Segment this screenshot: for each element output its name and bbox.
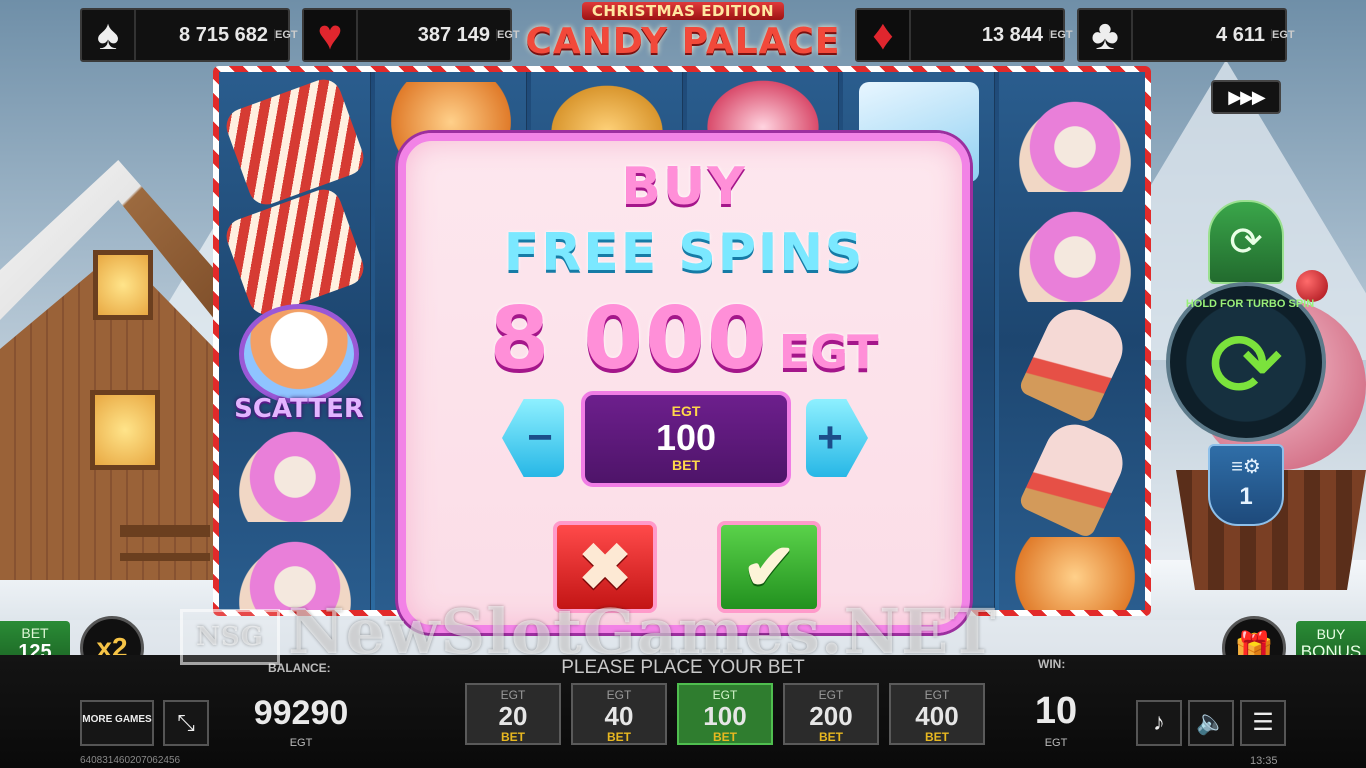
bet-chip-100[interactable]: EGT 100 BET [677,683,773,745]
chip-value: 200 [809,701,853,731]
watermark: NSG NewSlotGames.NET [180,595,1180,668]
more-games-button[interactable]: MORE GAMES [80,700,154,746]
chip-currency: EGT [818,688,844,702]
jackpot-spade: ♠ 8 715 682 EGT [80,8,298,62]
reel-column [999,72,1145,610]
close-icon: ✖ [578,531,632,603]
jelly-symbol [1015,202,1135,302]
chip-label: BET [819,730,843,744]
chip-currency: EGT [712,688,738,702]
increase-bet-button[interactable]: + [806,399,868,477]
buy-bonus-label: BUY [1316,626,1346,642]
dialog-title-free-spins: FREE SPINS [503,223,865,283]
minus-icon: − [527,413,553,462]
lines-settings-button[interactable]: ≡⚙ 1 [1208,444,1284,526]
turbo-button[interactable]: ▶▶▶ [1211,80,1281,114]
jackpot-amount: 387 149 [417,23,490,46]
win-value: 10 [1034,690,1078,732]
clock: 13:35 [1250,755,1278,767]
balance-currency: EGT [289,737,313,749]
popsicle-symbol [1017,414,1133,540]
music-icon[interactable]: ♪ [1136,700,1182,746]
scatter-cake-icon [239,304,359,404]
popsicle-symbol [1017,299,1133,425]
chip-value: 400 [915,701,959,731]
jelly-symbol [235,422,355,522]
chip-label: BET [713,730,737,744]
chip-label: BET [925,730,949,744]
fullscreen-icon[interactable]: ⤡ [163,700,209,746]
bet-chip-200[interactable]: EGT 200 BET [783,683,879,745]
watermark-badge: NSG [180,609,280,665]
reel-column: SCATTER [219,72,371,610]
checkmark-icon: ✔ [742,531,796,603]
scatter-label: SCATTER [234,394,364,424]
jackpot-currency: EGT [274,29,298,41]
win-currency: EGT [1044,737,1068,749]
jackpot-currency: EGT [496,29,520,41]
chip-currency: EGT [924,688,950,702]
bet-chip-20[interactable]: EGT 20 BET [465,683,561,745]
dialog-bet-display: EGT 100 BET [581,391,791,487]
dialog-bet-value: 100 [655,417,717,458]
jackpot-club: ♣ 4 611 EGT [1077,8,1295,62]
sound-icon[interactable]: 🔈 [1188,700,1234,746]
chip-value: 20 [498,701,528,731]
jelly-symbol [1015,92,1135,192]
bet-chip-40[interactable]: EGT 40 BET [571,683,667,745]
jackpot-diamond: ♦ 13 844 EGT [855,8,1073,62]
jackpot-currency: EGT [1049,29,1073,41]
chip-currency: EGT [500,688,526,702]
jackpot-amount: 4 611 [1216,23,1265,46]
balance-value: 99290 [253,694,349,732]
lines-value: 1 [1239,483,1253,510]
scatter-symbol: SCATTER [229,294,369,434]
chip-value: 40 [604,701,634,731]
wooden-bench [120,525,210,575]
session-id: 640831460207062456 [80,755,181,766]
spade-icon: ♠ [82,10,136,60]
spin-button[interactable]: HOLD FOR TURBO SPIN ⟳ [1166,282,1326,442]
club-icon: ♣ [1079,10,1133,60]
jackpot-amount: 13 844 [981,23,1043,46]
menu-icon[interactable]: ☰ [1240,700,1286,746]
heart-icon: ♥ [304,10,358,60]
bet-tab-label: BET [21,625,49,641]
chip-label: BET [501,730,525,744]
chip-value: 100 [703,701,747,731]
spin-arrows-icon: ⟳ [1208,316,1284,416]
dialog-price: 8 000 EGT [406,289,962,389]
wafer-symbol [221,74,369,210]
watermark-text: NewSlotGames.NET [288,595,997,668]
logo-title: CANDY PALACE [525,21,841,62]
game-logo: CHRISTMAS EDITION CANDY PALACE [515,0,851,68]
dialog-title-buy: BUY [621,157,747,217]
decrease-bet-button[interactable]: − [502,399,564,477]
gingerbread-house [0,160,215,580]
turbo-spin-hint: HOLD FOR TURBO SPIN [1185,298,1315,310]
house-window [93,250,153,320]
chip-currency: EGT [606,688,632,702]
jackpot-heart: ♥ 387 149 EGT [302,8,520,62]
diamond-icon: ♦ [857,10,911,60]
house-window [90,390,160,470]
jackpot-amount: 8 715 682 [179,23,268,46]
buy-free-spins-dialog: BUY FREE SPINS 8 000 EGT − EGT 100 BET + … [398,133,970,633]
plus-icon: + [817,413,843,462]
autoplay-button[interactable]: ⟳ [1208,200,1284,284]
price-value: 8 000 [489,289,769,389]
chip-label: BET [607,730,631,744]
price-currency: EGT [778,325,879,379]
settings-icon: ≡⚙ [1231,456,1261,478]
autoplay-icon: ⟳ [1229,220,1263,264]
jackpot-currency: EGT [1271,29,1295,41]
bet-chip-400[interactable]: EGT 400 BET [889,683,985,745]
dialog-bet-label: BET [672,457,700,473]
logo-subtitle: CHRISTMAS EDITION [581,2,785,20]
